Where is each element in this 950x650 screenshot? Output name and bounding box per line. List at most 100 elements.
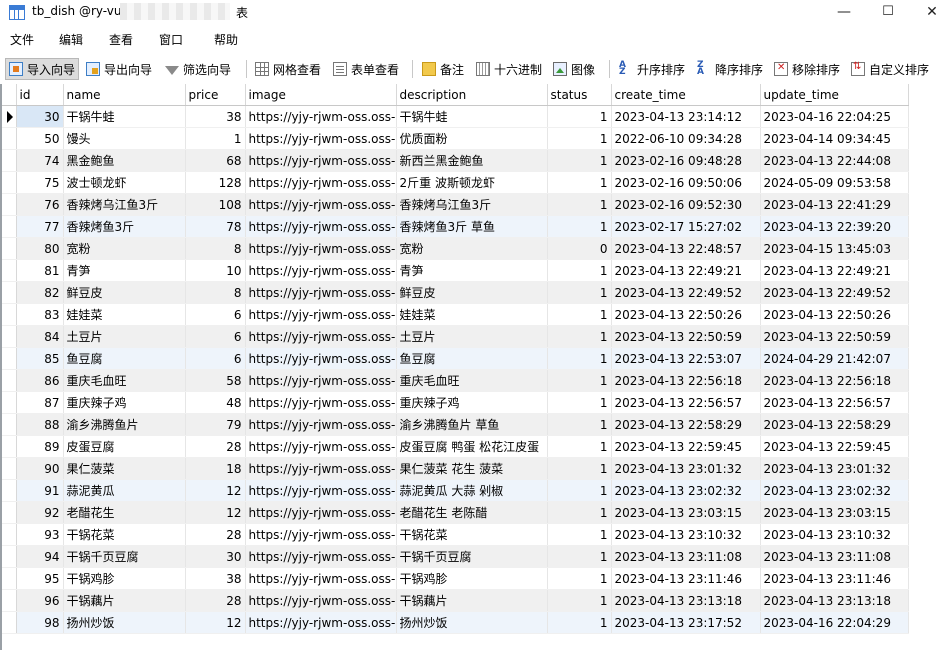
cell-price[interactable]: 1 [185,127,246,150]
cell-image[interactable]: https://yjy-rjwm-oss.oss-c [245,237,397,260]
cell-status[interactable]: 1 [547,149,612,172]
row-indicator[interactable] [2,369,17,392]
cell-id[interactable]: 81 [16,259,64,282]
cell-create-time[interactable]: 2023-04-13 23:02:32 [611,479,761,502]
cell-name[interactable]: 干锅藕片 [63,589,186,612]
cell-name[interactable]: 干锅牛蛙 [63,105,186,128]
cell-image[interactable]: https://yjy-rjwm-oss.oss-c [245,369,397,392]
table-row[interactable]: 30 干锅牛蛙 38 https://yjy-rjwm-oss.oss-c 干锅牛蛙 1 2… [2,105,909,128]
cell-id[interactable]: 93 [16,523,64,546]
row-indicator[interactable] [2,589,17,612]
table-row[interactable]: 81 青笋 10 https://yjy-rjwm-oss.oss-c 青笋 1 2023-… [2,259,909,282]
cell-image[interactable]: https://yjy-rjwm-oss.oss-c [245,281,397,304]
cell-image[interactable]: https://yjy-rjwm-oss.oss-c [245,149,397,172]
cell-id[interactable]: 84 [16,325,64,348]
cell-status[interactable]: 1 [547,523,612,546]
cell-description[interactable]: 干锅鸡胗 [396,567,548,590]
cell-price[interactable]: 58 [185,369,246,392]
cell-create-time[interactable]: 2023-02-16 09:50:06 [611,171,761,194]
cell-create-time[interactable]: 2023-04-13 22:50:26 [611,303,761,326]
cell-status[interactable]: 1 [547,259,612,282]
row-indicator[interactable] [2,545,17,568]
table-row[interactable]: 90 果仁菠菜 18 https://yjy-rjwm-oss.oss-c 果仁菠菜 花… [2,457,909,480]
cell-image[interactable]: https://yjy-rjwm-oss.oss-c [245,391,397,414]
cell-description[interactable]: 干锅牛蛙 [396,105,548,128]
cell-description[interactable]: 果仁菠菜 花生 菠菜 [396,457,548,480]
column-header-status[interactable]: status [547,84,612,106]
row-indicator[interactable] [2,127,17,150]
cell-description[interactable]: 青笋 [396,259,548,282]
grid-view-button[interactable]: 网格查看 [255,58,321,80]
cell-price[interactable]: 30 [185,545,246,568]
cell-image[interactable]: https://yjy-rjwm-oss.oss-c [245,171,397,194]
row-indicator[interactable] [2,611,17,634]
cell-name[interactable]: 重庆辣子鸡 [63,391,186,414]
cell-name[interactable]: 干锅鸡胗 [63,567,186,590]
cell-image[interactable]: https://yjy-rjwm-oss.oss-c [245,325,397,348]
cell-name[interactable]: 黑金鲍鱼 [63,149,186,172]
cell-image[interactable]: https://yjy-rjwm-oss.oss-c [245,479,397,502]
cell-id[interactable]: 88 [16,413,64,436]
table-row[interactable]: 95 干锅鸡胗 38 https://yjy-rjwm-oss.oss-c 干锅鸡胗 1 2… [2,567,909,590]
cell-update-time[interactable]: 2023-04-15 13:45:03 [760,237,909,260]
cell-name[interactable]: 皮蛋豆腐 [63,435,186,458]
cell-description[interactable]: 老醋花生 老陈醋 [396,501,548,524]
cell-price[interactable]: 12 [185,479,246,502]
cell-name[interactable]: 蒜泥黄瓜 [63,479,186,502]
table-row[interactable]: 89 皮蛋豆腐 28 https://yjy-rjwm-oss.oss-c 皮蛋豆腐 鸭… [2,435,909,458]
table-row[interactable]: 93 干锅花菜 28 https://yjy-rjwm-oss.oss-c 干锅花菜 1 2… [2,523,909,546]
column-header-price[interactable]: price [185,84,246,106]
cell-description[interactable]: 重庆毛血旺 [396,369,548,392]
cell-create-time[interactable]: 2023-02-17 15:27:02 [611,215,761,238]
cell-status[interactable]: 0 [547,237,612,260]
cell-description[interactable]: 新西兰黑金鲍鱼 [396,149,548,172]
table-row[interactable]: 83 娃娃菜 6 https://yjy-rjwm-oss.oss-c 娃娃菜 1 2023… [2,303,909,326]
cell-name[interactable]: 青笋 [63,259,186,282]
cell-status[interactable]: 1 [547,347,612,370]
cell-update-time[interactable]: 2023-04-13 22:59:45 [760,435,909,458]
cell-image[interactable]: https://yjy-rjwm-oss.oss-c [245,435,397,458]
cell-price[interactable]: 18 [185,457,246,480]
cell-update-time[interactable]: 2023-04-13 23:11:46 [760,567,909,590]
table-row[interactable]: 92 老醋花生 12 https://yjy-rjwm-oss.oss-c 老醋花生 老… [2,501,909,524]
cell-description[interactable]: 娃娃菜 [396,303,548,326]
cell-status[interactable]: 1 [547,127,612,150]
cell-price[interactable]: 78 [185,215,246,238]
cell-id[interactable]: 80 [16,237,64,260]
row-indicator[interactable] [2,457,17,480]
cell-create-time[interactable]: 2023-04-13 22:50:59 [611,325,761,348]
cell-image[interactable]: https://yjy-rjwm-oss.oss-c [245,105,397,128]
cell-id[interactable]: 82 [16,281,64,304]
cell-description[interactable]: 鱼豆腐 [396,347,548,370]
cell-name[interactable]: 扬州炒饭 [63,611,186,634]
cell-price[interactable]: 10 [185,259,246,282]
cell-update-time[interactable]: 2023-04-13 23:02:32 [760,479,909,502]
cell-price[interactable]: 12 [185,501,246,524]
cell-status[interactable]: 1 [547,435,612,458]
table-row[interactable]: 82 鲜豆皮 8 https://yjy-rjwm-oss.oss-c 鲜豆皮 1 2023… [2,281,909,304]
cell-status[interactable]: 1 [547,171,612,194]
cell-image[interactable]: https://yjy-rjwm-oss.oss-c [245,589,397,612]
row-indicator[interactable] [2,303,17,326]
cell-update-time[interactable]: 2023-04-16 22:04:25 [760,105,909,128]
cell-id[interactable]: 94 [16,545,64,568]
cell-update-time[interactable]: 2023-04-13 23:01:32 [760,457,909,480]
cell-description[interactable]: 蒜泥黄瓜 大蒜 剁椒 [396,479,548,502]
cell-description[interactable]: 干锅藕片 [396,589,548,612]
cell-id[interactable]: 96 [16,589,64,612]
cell-image[interactable]: https://yjy-rjwm-oss.oss-c [245,567,397,590]
table-row[interactable]: 76 香辣烤乌江鱼3斤 108 https://yjy-rjwm-oss.oss-c 香… [2,193,909,216]
cell-update-time[interactable]: 2023-04-13 22:44:08 [760,149,909,172]
cell-name[interactable]: 馒头 [63,127,186,150]
cell-price[interactable]: 38 [185,105,246,128]
maximize-button[interactable]: ☐ [870,0,906,26]
cell-id[interactable]: 85 [16,347,64,370]
row-indicator[interactable] [2,479,17,502]
cell-description[interactable]: 皮蛋豆腐 鸭蛋 松花江皮蛋 [396,435,548,458]
cell-status[interactable]: 1 [547,325,612,348]
cell-id[interactable]: 98 [16,611,64,634]
cell-create-time[interactable]: 2023-04-13 22:49:21 [611,259,761,282]
cell-update-time[interactable]: 2023-04-13 23:10:32 [760,523,909,546]
cell-price[interactable]: 48 [185,391,246,414]
cell-id[interactable]: 92 [16,501,64,524]
